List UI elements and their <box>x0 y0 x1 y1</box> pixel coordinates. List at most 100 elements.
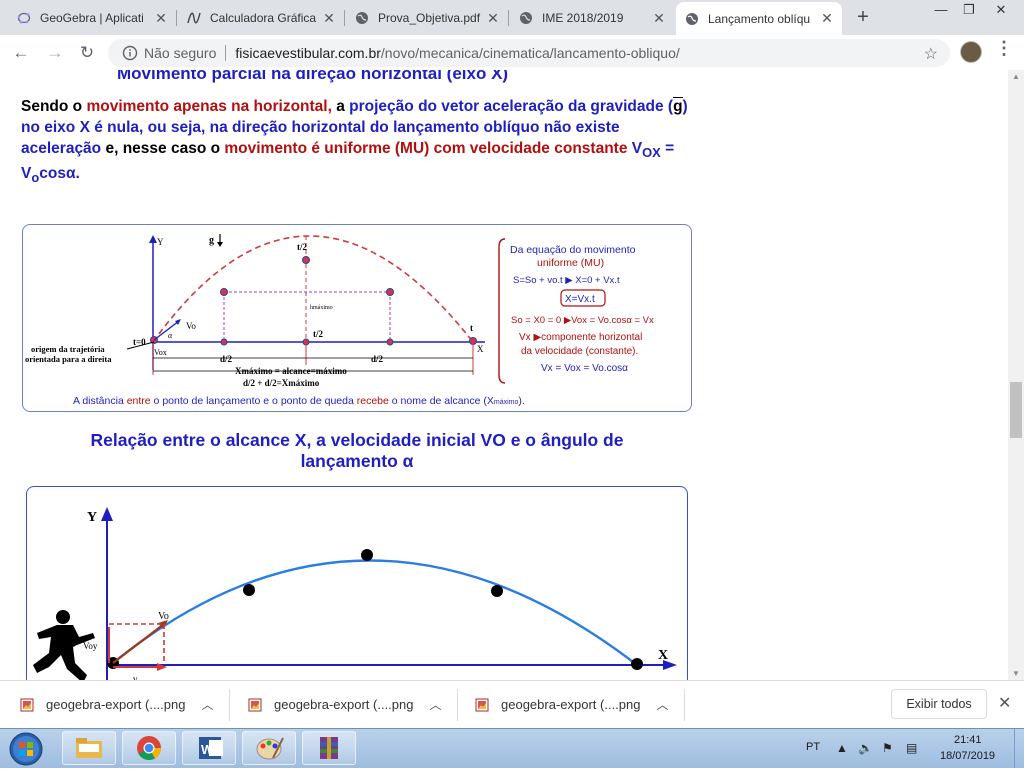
trajectory-figure-alcance: Y X Vo Voy v <box>26 486 688 680</box>
folder-icon <box>76 738 102 758</box>
paint-taskbar-button[interactable] <box>242 731 296 765</box>
image-file-icon <box>475 698 489 711</box>
scrollbar-thumb[interactable] <box>1010 382 1022 438</box>
tray-expand-icon[interactable]: ▲ <box>836 741 848 755</box>
figure-caption: A distância entre o ponto de lançamento … <box>73 395 525 407</box>
origin-text-1: origem da trajetória <box>31 344 105 354</box>
d2-left-label: d/2 <box>220 354 233 364</box>
chrome-taskbar-button[interactable] <box>122 731 176 765</box>
download-item[interactable]: geogebra-export (....png ︿ <box>475 681 669 728</box>
download-filename: geogebra-export (....png <box>274 697 414 712</box>
page-scrollbar[interactable]: ▲ ▼ <box>1008 70 1024 680</box>
show-desktop-button[interactable] <box>1014 729 1024 768</box>
new-tab-button[interactable]: + <box>852 6 874 29</box>
chevron-up-icon[interactable]: ︿ <box>429 696 441 713</box>
text-run: projeção do vetor aceleração da gravidad… <box>349 98 674 115</box>
chevron-up-icon[interactable]: ︿ <box>201 696 213 713</box>
tab-separator <box>176 10 177 26</box>
url-text: fisicaevestibular.com.br/novo/mecanica/c… <box>235 45 679 61</box>
window-close-button[interactable]: ✕ <box>986 0 1016 22</box>
heading-line: lançamento α <box>300 451 414 471</box>
trajectory-point <box>220 288 228 296</box>
close-icon[interactable]: ✕ <box>322 10 336 27</box>
network-icon[interactable]: ▤ <box>906 741 917 755</box>
text-run: e, nesse caso o <box>101 140 225 157</box>
tab-title: IME 2018/2019 <box>542 11 624 25</box>
box-line: X=Vx.t <box>565 294 595 305</box>
close-icon[interactable]: ✕ <box>820 10 834 27</box>
box-line: uniforme (MU) <box>537 257 604 269</box>
trajectory-curve <box>112 559 638 666</box>
close-icon[interactable]: ✕ <box>154 10 168 27</box>
text-run: cosα. <box>39 165 80 183</box>
text-run: a <box>331 98 350 115</box>
box-line: Vx ▶componente horizontal <box>519 332 642 343</box>
forward-button[interactable]: → <box>44 42 66 64</box>
restore-button[interactable]: ❐ <box>954 0 984 22</box>
box-line: Da equação do movimento <box>510 244 636 256</box>
text-run: movimento é uniforme (MU) com velocidade… <box>224 140 628 157</box>
text-run: movimento apenas na horizontal, <box>86 98 332 115</box>
windows-taskbar: W PT ▲ 🔈 ⚑ ▤ 21:41 18/07/2019 <box>0 728 1024 768</box>
page-content: Movimento parcial na direção horizontal … <box>0 70 1008 680</box>
axis-point <box>220 338 228 346</box>
download-item[interactable]: geogebra-export (....png ︿ <box>20 681 214 728</box>
flag-icon[interactable]: ⚑ <box>882 741 893 755</box>
scroll-up-arrow-icon[interactable]: ▲ <box>1012 72 1020 81</box>
show-all-downloads-button[interactable]: Exibir todos <box>891 689 987 719</box>
alpha-label: α <box>168 331 173 340</box>
download-separator <box>684 689 685 721</box>
tab-prova[interactable]: Prova_Objetiva.pdf ✕ <box>346 4 508 32</box>
t-half-bottom-label: t/2 <box>313 329 323 339</box>
trajectory-point <box>302 256 310 264</box>
scroll-down-arrow-icon[interactable]: ▼ <box>1012 669 1020 678</box>
word-taskbar-button[interactable]: W <box>182 731 236 765</box>
tab-title: GeoGebra | Aplicati <box>40 11 144 25</box>
explanation-text: Da equação do movimento uniforme (MU) S=… <box>510 244 654 374</box>
security-indicator[interactable]: Não seguro <box>122 45 216 61</box>
close-icon[interactable]: ✕ <box>486 10 500 27</box>
downloads-bar: geogebra-export (....png ︿ geogebra-expo… <box>0 680 1024 728</box>
clock-date[interactable]: 18/07/2019 <box>940 750 995 762</box>
minimize-button[interactable]: — <box>926 0 956 22</box>
reload-button[interactable]: ↻ <box>76 42 98 64</box>
file-explorer-taskbar-button[interactable] <box>62 731 116 765</box>
chevron-up-icon[interactable]: ︿ <box>656 696 668 713</box>
close-icon[interactable]: ✕ <box>652 10 666 27</box>
omnibox-separator <box>225 45 227 61</box>
profile-avatar[interactable] <box>960 41 982 63</box>
clock-time[interactable]: 21:41 <box>954 734 982 746</box>
browser-menu-icon[interactable]: ⋮ <box>995 38 1013 59</box>
subscript: OX <box>642 145 661 161</box>
archive-icon <box>320 737 338 759</box>
start-button-icon[interactable] <box>3 730 49 768</box>
close-downloads-icon[interactable]: ✕ <box>998 693 1011 713</box>
tab-calculadora[interactable]: Calculadora Gráfica ✕ <box>178 4 344 32</box>
tab-strip: GeoGebra | Aplicati ✕ Calculadora Gráfic… <box>0 0 1024 35</box>
tab-title: Prova_Objetiva.pdf <box>378 11 481 25</box>
alcance-diagram: Y X Vo Voy v <box>33 507 677 680</box>
volume-icon[interactable]: 🔈 <box>858 741 873 755</box>
g-label: g <box>209 235 214 246</box>
t-end-label: t <box>470 323 473 333</box>
chrome-icon <box>137 736 161 761</box>
tab-title: Lançamento oblíqu <box>708 11 811 26</box>
url-domain: fisicaevestibular.com.br <box>235 45 381 61</box>
tab-lancamento[interactable]: Lançamento oblíqu ✕ <box>676 2 842 35</box>
winrar-taskbar-button[interactable] <box>302 731 356 765</box>
download-item[interactable]: geogebra-export (....png ︿ <box>248 681 442 728</box>
geogebra-icon <box>16 10 32 26</box>
trajectory-point <box>491 585 503 597</box>
voy-label: Voy <box>83 641 98 651</box>
globe-icon <box>354 10 370 26</box>
bookmark-star-icon[interactable]: ☆ <box>924 44 938 64</box>
address-bar[interactable]: Não seguro fisicaevestibular.com.br/novo… <box>108 39 950 67</box>
back-button[interactable]: ← <box>10 42 32 64</box>
tab-geogebra[interactable]: GeoGebra | Aplicati ✕ <box>8 4 176 32</box>
browser-toolbar: ← → ↻ Não seguro fisicaevestibular.com.b… <box>0 35 1024 71</box>
language-indicator[interactable]: PT <box>806 741 820 753</box>
origin-text-2: orientada para a direita <box>25 354 112 364</box>
tab-ime[interactable]: IME 2018/2019 ✕ <box>510 4 674 32</box>
image-file-icon <box>248 698 262 711</box>
vo-label: Vo <box>186 321 196 331</box>
